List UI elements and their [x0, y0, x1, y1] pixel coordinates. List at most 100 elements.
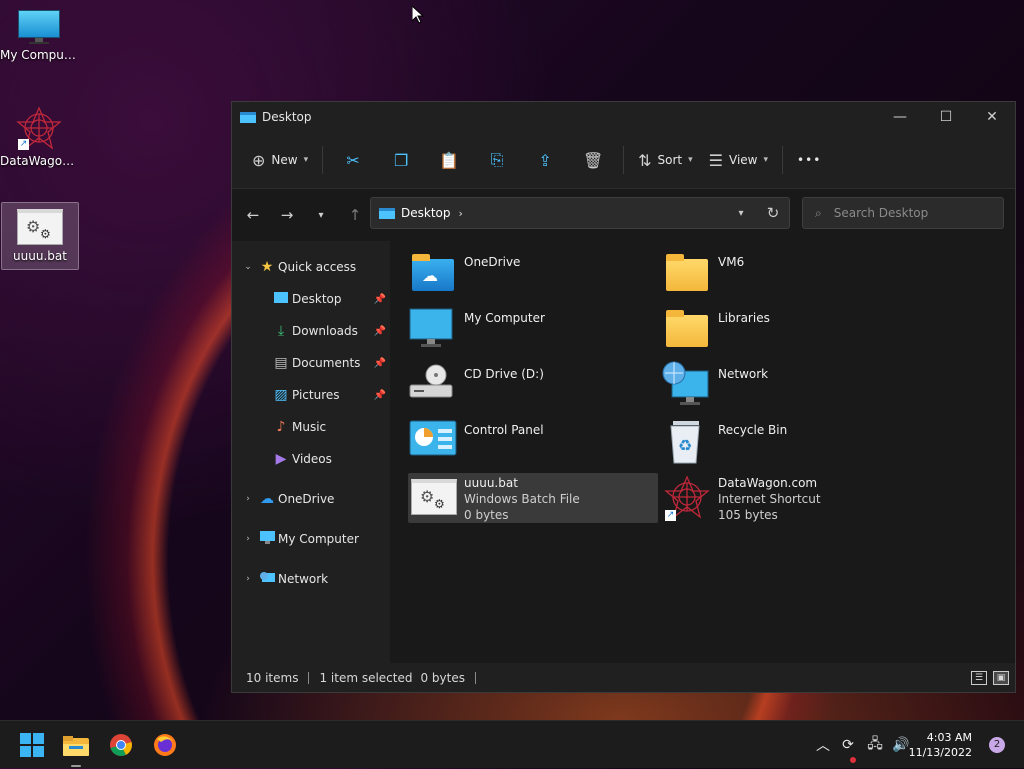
delete-button[interactable]: 🗑: [569, 144, 617, 176]
network-icon: [662, 361, 712, 409]
status-divider: [475, 672, 476, 684]
file-name: Control Panel: [464, 423, 544, 437]
status-divider: [308, 672, 310, 684]
close-button[interactable]: ✕: [969, 102, 1015, 132]
address-bar[interactable]: Desktop › ▾ ↻: [370, 197, 790, 229]
document-icon: ▤: [274, 355, 288, 371]
view-button[interactable]: ☰ View ▾: [701, 144, 776, 176]
tiles-view-icon[interactable]: ▣: [993, 671, 1009, 685]
network-tray-icon[interactable]: 🖧: [862, 733, 888, 757]
copy-button[interactable]: ❐: [377, 144, 425, 176]
datawagon-icon: ↗: [662, 473, 712, 521]
desktop-icon-datawagon[interactable]: ↗ DataWagon...: [0, 106, 78, 174]
up-arrow-icon[interactable]: ↑: [338, 206, 372, 224]
video-icon: ▶: [275, 451, 287, 467]
file-name: DataWagon.com: [718, 476, 818, 490]
paste-button[interactable]: 📋: [425, 144, 473, 176]
sidebar-item-downloads[interactable]: ⤓ Downloads 📌: [270, 318, 386, 344]
expand-chevron-icon[interactable]: ›: [240, 494, 256, 504]
navigation-pane: ⌄ ★ Quick access Desktop 📌 ⤓ Downloads 📌…: [232, 241, 391, 663]
chevron-down-icon: ▾: [688, 155, 693, 165]
folder-icon: [662, 305, 712, 353]
file-name: uuuu.bat: [464, 476, 518, 490]
chevron-up-icon[interactable]: ︿: [812, 735, 834, 755]
mouse-cursor-icon: [412, 6, 424, 24]
file-item-vm6[interactable]: VM6: [662, 249, 912, 301]
file-item-my-computer[interactable]: My Computer: [408, 305, 658, 357]
file-item-cd-drive[interactable]: CD Drive (D:): [408, 361, 658, 413]
notification-badge[interactable]: 2: [989, 737, 1005, 753]
maximize-button[interactable]: ☐: [923, 102, 969, 132]
breadcrumb-desktop[interactable]: Desktop: [401, 206, 451, 220]
status-bar: 10 items 1 item selected 0 bytes ☰ ▣: [232, 664, 1015, 692]
forward-arrow-icon[interactable]: →: [270, 206, 304, 224]
sidebar-item-onedrive[interactable]: › ☁ OneDrive: [240, 486, 334, 512]
file-item-uuuu-bat[interactable]: ⚙ ⚙ uuuu.bat Windows Batch File 0 bytes: [408, 473, 658, 523]
title-bar[interactable]: Desktop — ☐ ✕: [232, 102, 1015, 132]
expand-chevron-icon[interactable]: ›: [240, 574, 256, 584]
share-button[interactable]: ⇪: [521, 144, 569, 176]
details-view-icon[interactable]: ☰: [971, 671, 987, 685]
batch-file-icon: ⚙ ⚙: [408, 473, 458, 521]
cd-drive-icon: [408, 361, 458, 409]
sidebar-item-label: Quick access: [278, 260, 357, 274]
sidebar-item-videos[interactable]: ▶ Videos: [270, 446, 332, 472]
chrome-icon[interactable]: [105, 729, 137, 761]
sidebar-item-label: Downloads: [292, 324, 358, 338]
network-icon: [256, 571, 278, 588]
clock[interactable]: 4:03 AM 11/13/2022: [909, 730, 972, 760]
update-icon[interactable]: ⟳: [834, 737, 862, 763]
refresh-icon[interactable]: ↻: [757, 204, 789, 222]
taskbar: ︿ ⟳ 🖧 🔊 4:03 AM 11/13/2022 2: [0, 720, 1024, 768]
desktop-folder-icon: [379, 207, 395, 219]
desktop-icon-label: DataWagon...: [0, 154, 78, 168]
music-icon: ♪: [276, 419, 286, 435]
sidebar-item-my-computer[interactable]: › My Computer: [240, 526, 359, 552]
sidebar-item-pictures[interactable]: ▨ Pictures 📌: [270, 382, 386, 408]
window-title: Desktop: [262, 110, 312, 124]
file-item-network[interactable]: Network: [662, 361, 912, 413]
file-item-onedrive[interactable]: ☁ OneDrive: [408, 249, 658, 301]
desktop-icon-label: uuuu.bat: [13, 249, 67, 263]
selection-size: 0 bytes: [420, 671, 465, 685]
back-arrow-icon[interactable]: ←: [236, 206, 270, 224]
file-item-recycle-bin[interactable]: ♻ Recycle Bin: [662, 417, 912, 469]
rename-button[interactable]: ⎘: [473, 144, 521, 176]
sidebar-item-network[interactable]: › Network: [240, 566, 328, 592]
address-dropdown-icon[interactable]: ▾: [725, 208, 757, 219]
search-box[interactable]: ⌕: [802, 197, 1004, 229]
breadcrumb-separator[interactable]: ›: [459, 207, 463, 220]
sort-button[interactable]: ⇅ Sort ▾: [630, 144, 701, 176]
cut-button[interactable]: ✂: [329, 144, 377, 176]
file-list: ☁ OneDrive VM6 My Computer Libraries CD …: [390, 241, 1015, 663]
search-input[interactable]: [831, 205, 986, 221]
recent-locations-chevron-icon[interactable]: ▾: [304, 210, 338, 221]
chevron-down-icon: ▾: [303, 155, 309, 165]
sidebar-item-documents[interactable]: ▤ Documents 📌: [270, 350, 386, 376]
clock-time: 4:03 AM: [926, 731, 972, 744]
sidebar-item-label: Documents: [292, 356, 361, 370]
desktop-icon-uuuu-bat[interactable]: ⚙ ⚙ uuuu.bat: [1, 202, 79, 270]
minimize-button[interactable]: —: [877, 102, 923, 132]
start-icon[interactable]: [16, 729, 48, 761]
plus-circle-icon: ⊕: [252, 150, 266, 170]
new-button[interactable]: ⊕ New ▾: [244, 144, 316, 176]
sort-label: Sort: [657, 153, 683, 167]
system-tray: ︿ ⟳ 🖧 🔊: [812, 721, 914, 769]
file-item-datawagon[interactable]: ↗ DataWagon.com Internet Shortcut 105 by…: [662, 473, 912, 523]
file-item-libraries[interactable]: Libraries: [662, 305, 912, 357]
more-options-button[interactable]: •••: [789, 144, 829, 176]
monitor-icon: [18, 10, 60, 44]
sidebar-item-desktop[interactable]: Desktop 📌: [270, 286, 386, 312]
file-item-control-panel[interactable]: Control Panel: [408, 417, 658, 469]
svg-text:♻: ♻: [678, 436, 692, 455]
file-explorer-icon[interactable]: [60, 729, 92, 761]
desktop-icon-my-computer[interactable]: My Computer: [0, 10, 78, 78]
sidebar-item-music[interactable]: ♪ Music: [270, 414, 327, 440]
expand-chevron-icon[interactable]: ›: [240, 534, 256, 544]
sidebar-item-quick-access[interactable]: ⌄ ★ Quick access: [240, 254, 356, 280]
new-label: New: [271, 153, 298, 167]
folder-icon: [662, 249, 712, 297]
expand-chevron-icon[interactable]: ⌄: [240, 262, 256, 272]
firefox-icon[interactable]: [149, 729, 181, 761]
